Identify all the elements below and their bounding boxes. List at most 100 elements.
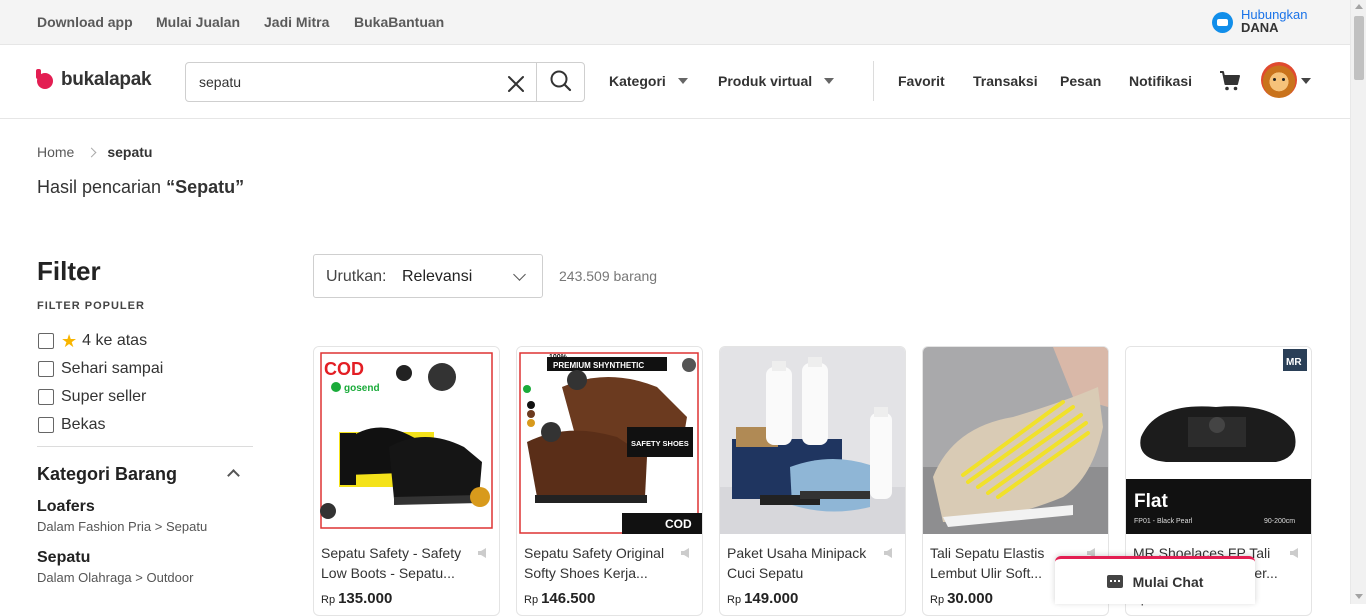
- kategori-path: Dalam Fashion Pria > Sepatu: [37, 519, 208, 534]
- close-icon[interactable]: [504, 72, 528, 96]
- chevron-down-icon: [677, 78, 688, 84]
- bukabantuan-link[interactable]: BukaBantuan: [354, 14, 444, 30]
- kategori-name: Sepatu: [37, 549, 91, 566]
- filter-rating-checkbox[interactable]: ★ 4 ke atas: [38, 332, 147, 350]
- price-value: 149.000: [744, 590, 799, 607]
- transaksi-link[interactable]: Transaksi: [973, 73, 1038, 89]
- product-title[interactable]: Sepatu Safety Original Softy Shoes Kerja…: [524, 543, 674, 583]
- filter-bekas-checkbox[interactable]: Bekas: [38, 416, 105, 434]
- product-image: COD gosend: [314, 347, 499, 534]
- result-prefix: Hasil pencarian: [37, 177, 167, 197]
- chevron-down-icon: [513, 268, 526, 281]
- product-price: Rp 30.000: [930, 590, 993, 607]
- result-query: “Sepatu”: [166, 177, 245, 197]
- filter-option-label: Bekas: [61, 416, 106, 433]
- kategori-name: Loafers: [37, 498, 95, 515]
- search-icon[interactable]: [537, 63, 585, 101]
- svg-text:MR: MR: [1286, 357, 1302, 368]
- breadcrumb-home[interactable]: Home: [37, 144, 74, 160]
- breadcrumb-current: sepatu: [107, 144, 153, 160]
- svg-text:gosend: gosend: [344, 383, 380, 394]
- product-image: [720, 347, 905, 534]
- chat-label: Mulai Chat: [1132, 573, 1204, 590]
- checkbox[interactable]: [38, 361, 54, 377]
- cart-icon[interactable]: [1218, 69, 1242, 93]
- ad-icon: [1086, 545, 1098, 558]
- checkbox[interactable]: [38, 333, 54, 349]
- product-card[interactable]: COD gosend Sepatu Safety - Safety Low Bo…: [313, 346, 500, 616]
- svg-text:90-200cm: 90-200cm: [1264, 518, 1295, 525]
- search-box: [185, 62, 585, 102]
- avatar[interactable]: [1261, 62, 1297, 98]
- download-app-link[interactable]: Download app: [37, 14, 133, 30]
- logo-text: bukalapak: [61, 69, 152, 90]
- ad-icon: [477, 545, 489, 558]
- product-price: Rp 149.000: [727, 590, 798, 607]
- bukalapak-logo[interactable]: bukalapak: [36, 69, 152, 91]
- checkbox[interactable]: [38, 389, 54, 405]
- search-input[interactable]: [187, 64, 487, 100]
- chevron-down-icon[interactable]: [1301, 78, 1311, 84]
- svg-text:FP01 - Black Pearl: FP01 - Black Pearl: [1134, 518, 1193, 525]
- product-title[interactable]: Sepatu Safety - Safety Low Boots - Sepat…: [321, 543, 471, 583]
- product-price: Rp 146.500: [524, 590, 595, 607]
- page-title: Hasil pencarian “Sepatu”: [37, 177, 244, 198]
- product-title[interactable]: Paket Usaha Minipack Cuci Sepatu: [727, 543, 877, 583]
- breadcrumb: Home sepatu: [37, 144, 152, 160]
- result-count: 243.509 barang: [559, 268, 658, 284]
- filter-title: Filter: [37, 256, 101, 286]
- product-image: MR Flat FP01 - Black Pearl 90-200cm: [1126, 347, 1311, 534]
- bukalapak-logo-icon: [36, 69, 56, 91]
- currency: Rp: [321, 594, 336, 606]
- sort-dropdown[interactable]: Urutkan: Relevansi: [313, 254, 543, 298]
- mulai-jualan-link[interactable]: Mulai Jualan: [156, 14, 240, 30]
- kategori-item-sepatu[interactable]: Sepatu Dalam Olahraga > Outdoor: [37, 549, 193, 585]
- currency: Rp: [524, 594, 539, 606]
- filter-option-label: 4 ke atas: [82, 332, 148, 349]
- chevron-right-icon: [86, 147, 97, 157]
- currency: Rp: [727, 594, 742, 606]
- checkbox[interactable]: [38, 417, 54, 433]
- scrollbar-thumb[interactable]: [1354, 16, 1364, 80]
- main-header: bukalapak Kategori Produk virtual Favori…: [0, 45, 1350, 119]
- page-scrollbar[interactable]: [1350, 0, 1366, 604]
- product-card[interactable]: PREMIUM SHYNTHETIC 100% SAFETY SHOES COD…: [516, 346, 703, 616]
- sort-value: Relevansi: [402, 268, 473, 285]
- top-bar: Download app Mulai Jualan Jadi Mitra Buk…: [0, 0, 1350, 45]
- currency: Rp: [930, 594, 945, 606]
- svg-text:100%: 100%: [549, 354, 568, 361]
- filter-sehari-checkbox[interactable]: Sehari sampai: [38, 360, 163, 378]
- ad-icon: [680, 545, 692, 558]
- mulai-chat-button[interactable]: Mulai Chat: [1055, 556, 1255, 604]
- kategori-path: Dalam Olahraga > Outdoor: [37, 570, 194, 585]
- connect-dana-link[interactable]: Hubungkan DANA: [1212, 8, 1308, 35]
- svg-text:SAFETY SHOES: SAFETY SHOES: [631, 439, 689, 448]
- nav-divider: [873, 61, 874, 101]
- svg-text:COD: COD: [324, 359, 364, 379]
- kategori-barang-title: Kategori Barang: [37, 464, 178, 484]
- product-price: Rp 135.000: [321, 590, 392, 607]
- sort-label: Urutkan:: [326, 268, 387, 285]
- scroll-up-icon[interactable]: [1355, 4, 1363, 9]
- pesan-link[interactable]: Pesan: [1060, 73, 1101, 89]
- chevron-up-icon[interactable]: [227, 469, 240, 482]
- dana-icon: [1212, 11, 1233, 33]
- price-value: 30.000: [947, 590, 993, 607]
- ad-icon: [1289, 545, 1301, 558]
- jadi-mitra-link[interactable]: Jadi Mitra: [264, 14, 329, 30]
- svg-text:COD: COD: [665, 517, 692, 531]
- filter-super-seller-checkbox[interactable]: Super seller: [38, 388, 146, 406]
- favorit-link[interactable]: Favorit: [898, 73, 945, 89]
- kategori-item-loafers[interactable]: Loafers Dalam Fashion Pria > Sepatu: [37, 498, 207, 534]
- price-value: 146.500: [541, 590, 596, 607]
- produk-virtual-dropdown[interactable]: Produk virtual: [718, 73, 835, 89]
- svg-text:PREMIUM SHYNTHETIC: PREMIUM SHYNTHETIC: [553, 361, 644, 370]
- produk-virtual-label: Produk virtual: [718, 73, 813, 89]
- scroll-down-icon[interactable]: [1355, 594, 1363, 599]
- kategori-dropdown[interactable]: Kategori: [609, 73, 688, 89]
- kategori-label: Kategori: [609, 73, 666, 89]
- notifikasi-link[interactable]: Notifikasi: [1129, 73, 1192, 89]
- product-image: PREMIUM SHYNTHETIC 100% SAFETY SHOES COD: [517, 347, 702, 534]
- product-card[interactable]: Paket Usaha Minipack Cuci Sepatu Rp 149.0…: [719, 346, 906, 616]
- price-value: 135.000: [338, 590, 393, 607]
